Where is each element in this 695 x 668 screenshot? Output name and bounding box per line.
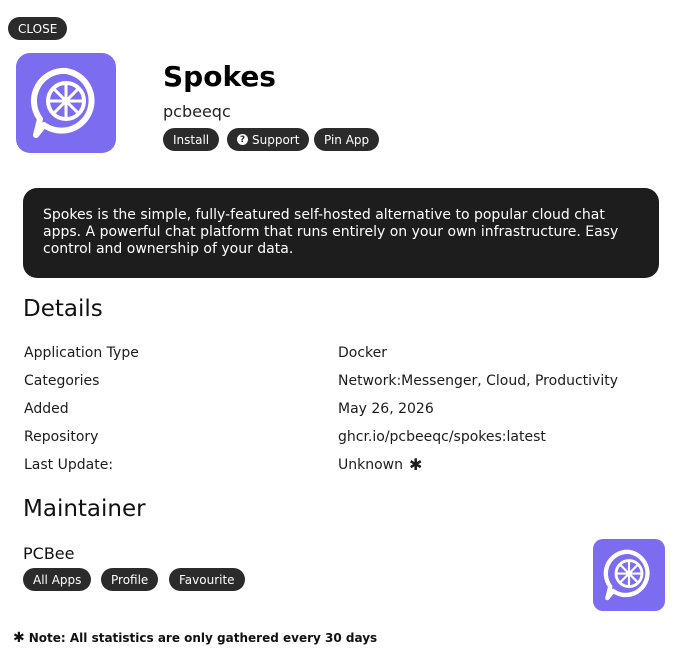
pin-app-button-label: Pin App — [324, 132, 370, 147]
details-value-text: ghcr.io/pcbeeqc/spokes:latest — [338, 429, 546, 445]
details-value-application-type: Docker — [338, 345, 387, 361]
footnote: ✱ Note: All statistics are only gathered… — [13, 630, 377, 646]
asterisk-icon: ✱ — [13, 630, 25, 646]
maintainer-avatar[interactable] — [593, 539, 665, 611]
profile-button-label: Profile — [111, 572, 149, 587]
support-button[interactable]: ? Support — [227, 128, 310, 151]
app-author[interactable]: pcbeeqc — [163, 102, 231, 121]
details-value-last-update: Unknown ✱ — [338, 455, 423, 474]
details-label-repository: Repository — [24, 429, 99, 445]
install-button-label: Install — [173, 132, 210, 147]
close-button[interactable]: CLOSE — [8, 17, 68, 40]
pin-app-button[interactable]: Pin App — [314, 128, 380, 151]
footnote-text: Note: All statistics are only gathered e… — [28, 631, 378, 645]
wheel-chat-icon — [603, 549, 650, 601]
details-value-text: Network:Messenger, Cloud, Productivity — [338, 373, 618, 389]
details-label-last-update: Last Update: — [24, 457, 114, 473]
favourite-button-label: Favourite — [179, 572, 235, 587]
details-value-categories: Network:Messenger, Cloud, Productivity — [338, 373, 618, 389]
details-value-repository: ghcr.io/pcbeeqc/spokes:latest — [338, 429, 546, 445]
asterisk-icon: ✱ — [409, 455, 423, 474]
maintainer-name: PCBee — [23, 544, 75, 563]
install-button[interactable]: Install — [163, 128, 220, 151]
description-box: Spokes is the simple, fully-featured sel… — [23, 188, 659, 278]
profile-button[interactable]: Profile — [101, 568, 159, 591]
details-value-text: Unknown — [338, 457, 403, 473]
support-button-label: Support — [252, 132, 300, 147]
question-circle-icon: ? — [237, 134, 248, 145]
maintainer-heading: Maintainer — [23, 496, 146, 522]
details-value-text: May 26, 2026 — [338, 401, 434, 417]
all-apps-button[interactable]: All Apps — [23, 568, 92, 591]
details-value-added: May 26, 2026 — [338, 401, 434, 417]
details-value-text: Docker — [338, 345, 388, 361]
wheel-chat-icon — [31, 67, 95, 138]
details-heading: Details — [23, 296, 103, 322]
all-apps-button-label: All Apps — [33, 572, 82, 587]
details-label-added: Added — [24, 401, 69, 417]
description-text: Spokes is the simple, fully-featured sel… — [43, 207, 619, 257]
app-icon — [16, 53, 116, 153]
favourite-button[interactable]: Favourite — [169, 568, 245, 591]
app-title: Spokes — [163, 60, 276, 93]
details-label-application-type: Application Type — [24, 345, 139, 361]
details-label-categories: Categories — [24, 373, 100, 389]
